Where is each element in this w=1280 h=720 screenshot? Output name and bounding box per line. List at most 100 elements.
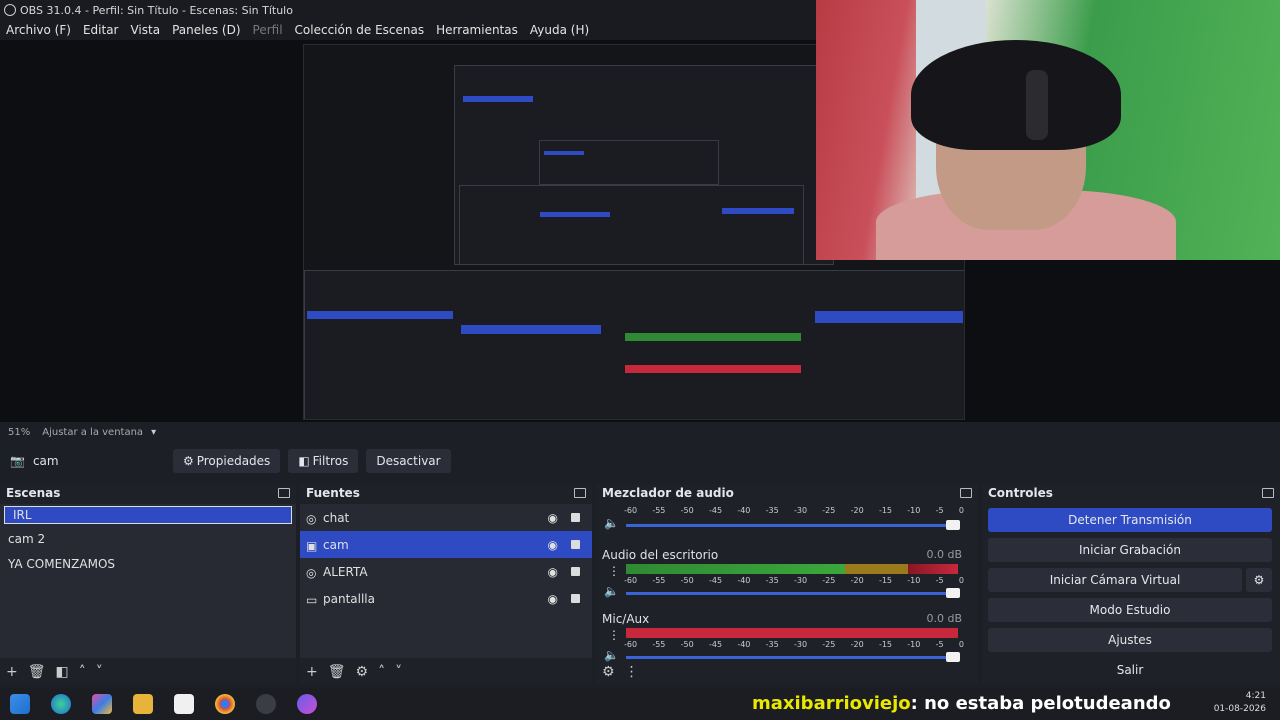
system-clock[interactable]: 4:21 01-08-2026: [1214, 690, 1266, 716]
menu-paneles[interactable]: Paneles (D): [172, 23, 240, 37]
filters-button[interactable]: ◧ Filtros: [288, 449, 359, 473]
start-virtual-camera-button[interactable]: Iniciar Cámara Virtual: [988, 568, 1242, 592]
meter-tick-label: -60: [624, 576, 638, 585]
filters-label: Filtros: [312, 454, 349, 468]
menu-coleccion-escenas[interactable]: Colección de Escenas: [295, 23, 425, 37]
meter-tick-label: -15: [878, 640, 893, 649]
properties-button[interactable]: ⚙ Propiedades: [172, 449, 281, 473]
meter-tick-label: -25: [822, 506, 836, 515]
meter-tick-label: -25: [822, 640, 836, 649]
volume-fader[interactable]: [626, 588, 960, 598]
channel-db: 0.0 dB: [926, 548, 962, 561]
chevron-down-icon[interactable]: ˅: [395, 664, 402, 680]
chevron-down-icon[interactable]: ▾: [151, 427, 156, 438]
meter-tick-label: -10: [907, 506, 921, 515]
scene-item-ya-comenzamos[interactable]: YA COMENZAMOS: [0, 551, 296, 576]
stop-streaming-button[interactable]: Detener Transmisión: [988, 508, 1272, 532]
studio-mode-button[interactable]: Modo Estudio: [988, 598, 1272, 622]
gear-icon[interactable]: ⚙: [356, 664, 369, 680]
store-icon[interactable]: [174, 694, 194, 714]
deactivate-button[interactable]: Desactivar: [366, 449, 451, 473]
file-explorer-icon[interactable]: [133, 694, 153, 714]
sources-title: Fuentes: [306, 486, 360, 500]
button-label: Ajustes: [1108, 633, 1152, 647]
lock-icon[interactable]: [571, 567, 580, 576]
zoom-fit-select[interactable]: Ajustar a la ventana: [42, 427, 143, 438]
undock-icon[interactable]: [574, 488, 586, 498]
eye-icon[interactable]: ◉: [548, 538, 558, 552]
meter-tick-label: -45: [708, 576, 723, 585]
copilot-icon[interactable]: [92, 694, 112, 714]
settings-button[interactable]: Ajustes: [988, 628, 1272, 652]
zoom-percent: 51%: [8, 426, 31, 438]
meter-tick-label: -45: [708, 506, 723, 515]
meter-tick-label: -50: [680, 506, 694, 515]
eye-icon[interactable]: ◉: [548, 592, 558, 606]
chevron-up-icon[interactable]: ˄: [79, 664, 86, 680]
eye-icon[interactable]: ◉: [548, 511, 558, 525]
discord-icon[interactable]: [297, 694, 317, 714]
meter-tick-label: -60: [624, 506, 638, 515]
virtual-camera-settings-button[interactable]: ⚙: [1246, 568, 1272, 592]
lock-icon[interactable]: [571, 513, 580, 522]
button-label: Iniciar Grabación: [1079, 543, 1181, 557]
undock-icon[interactable]: [1262, 488, 1274, 498]
kebab-menu-icon[interactable]: ⋮: [608, 628, 620, 642]
undock-icon[interactable]: [960, 488, 972, 498]
undock-icon[interactable]: [278, 488, 290, 498]
kebab-menu-icon[interactable]: ⋮: [608, 564, 620, 578]
windows-start-icon[interactable]: [10, 694, 30, 714]
source-item-label: pantallla: [323, 591, 375, 606]
scenes-dock: Escenas IRL cam 2 YA COMENZAMOS + 🗑 ◧ ˄ …: [0, 484, 296, 684]
speaker-icon[interactable]: 🔈: [604, 584, 619, 598]
source-item-chat[interactable]: ◎ chat ◉: [300, 504, 592, 531]
volume-fader[interactable]: [626, 652, 960, 662]
obs-taskbar-icon[interactable]: [256, 694, 276, 714]
add-icon[interactable]: +: [306, 664, 318, 680]
scene-item-label: YA COMENZAMOS: [8, 556, 116, 571]
chevron-down-icon[interactable]: ˅: [96, 664, 103, 680]
menu-vista[interactable]: Vista: [130, 23, 160, 37]
menu-herramientas[interactable]: Herramientas: [436, 23, 518, 37]
controls-buttons: Detener Transmisión Iniciar Grabación In…: [982, 508, 1280, 682]
obs-logo-icon: [4, 4, 16, 16]
meter-tick-label: -50: [680, 640, 694, 649]
controls-dock: Controles Detener Transmisión Iniciar Gr…: [982, 484, 1280, 684]
chrome-icon[interactable]: [215, 694, 235, 714]
menu-ayuda[interactable]: Ayuda (H): [530, 23, 589, 37]
trash-icon[interactable]: 🗑: [28, 664, 46, 680]
edge-browser-icon[interactable]: [51, 694, 71, 714]
scene-item-label: cam 2: [8, 531, 46, 546]
exit-button[interactable]: Salir: [988, 658, 1272, 682]
source-item-alerta[interactable]: ◎ ALERTA ◉: [300, 558, 592, 585]
scene-item-irl[interactable]: IRL: [4, 506, 292, 524]
properties-label: Propiedades: [196, 454, 271, 468]
volume-fader[interactable]: [626, 520, 960, 530]
meter-tick-label: -55: [652, 576, 666, 585]
source-item-label: chat: [323, 510, 350, 525]
menu-archivo[interactable]: Archivo (F): [6, 23, 71, 37]
meter-ticks: -60 -55 -50 -45 -40 -35 -30 -25 -20 -15 -10 -5 0: [624, 576, 964, 585]
lock-icon[interactable]: [571, 540, 580, 549]
mixer-channel-desktop: Audio del escritorio 0.0 dB ⋮ -60 -55 -50-…: [596, 548, 978, 612]
speaker-icon[interactable]: 🔈: [604, 516, 619, 530]
meter-tick-label: -55: [652, 506, 666, 515]
filter-icon[interactable]: ◧: [56, 664, 69, 680]
meter-tick-label: -10: [907, 576, 921, 585]
scene-item-cam2[interactable]: cam 2: [0, 526, 296, 551]
trash-icon[interactable]: 🗑: [328, 664, 346, 680]
camera-icon: ▣: [306, 538, 318, 553]
webcam-feed: [816, 0, 1280, 260]
mixer-title: Mezclador de audio: [602, 486, 734, 500]
eye-icon[interactable]: ◉: [548, 565, 558, 579]
add-icon[interactable]: +: [6, 664, 18, 680]
source-item-cam[interactable]: ▣ cam ◉: [300, 531, 592, 558]
meter-tick-label: -20: [850, 506, 864, 515]
lock-icon[interactable]: [571, 594, 580, 603]
kebab-menu-icon[interactable]: ⋮: [625, 664, 639, 680]
menu-editar[interactable]: Editar: [83, 23, 119, 37]
chevron-up-icon[interactable]: ˄: [378, 664, 385, 680]
start-recording-button[interactable]: Iniciar Grabación: [988, 538, 1272, 562]
source-item-pantallla[interactable]: ▭ pantallla ◉: [300, 585, 592, 612]
advanced-audio-icon[interactable]: ⚙: [602, 664, 615, 680]
